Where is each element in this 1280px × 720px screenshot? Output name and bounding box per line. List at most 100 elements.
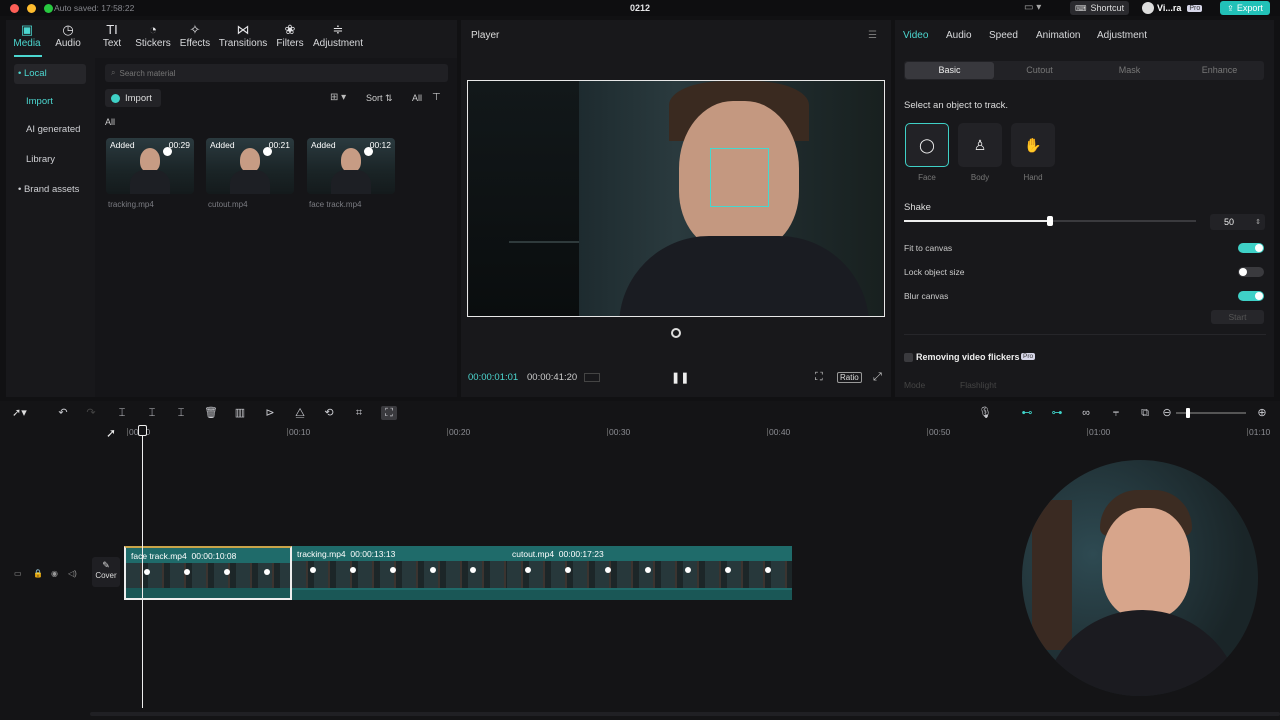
track-face-button[interactable]: ◯ [905, 123, 949, 167]
subtab-cutout[interactable]: Cutout [995, 62, 1084, 79]
rotate-icon[interactable]: ⟲ [321, 406, 337, 420]
split-icon[interactable]: ⌶ [114, 406, 130, 420]
chain-icon[interactable]: ∞ [1078, 406, 1094, 420]
sidebar-item-import[interactable]: Import [14, 92, 86, 112]
mode-value[interactable]: Flashlight [960, 380, 996, 390]
mirror-icon[interactable]: ⧋ [292, 406, 308, 420]
pause-icon[interactable]: ❚❚ [671, 371, 689, 384]
track-thumbnail-icon[interactable]: ▭ [14, 569, 22, 578]
user-menu[interactable]: Vi...ra Pro [1142, 1, 1203, 15]
timeline-scrollbar[interactable] [90, 712, 1280, 716]
zoom-in-icon[interactable]: ⊕ [1254, 406, 1270, 420]
menu-icon[interactable]: ☰ [868, 30, 877, 41]
select-tool-icon[interactable]: ➚▾ [12, 406, 27, 419]
split-left-icon[interactable]: ⌶ [144, 406, 160, 420]
timeline-clip[interactable]: face track.mp4 00:00:10:08 [124, 546, 292, 600]
shortcut-button[interactable]: ⌨ Shortcut [1070, 1, 1130, 15]
shake-slider-track[interactable] [904, 216, 1196, 226]
align-icon[interactable]: ⫧ [1108, 406, 1124, 420]
subtab-mask[interactable]: Mask [1085, 62, 1174, 79]
clip-filmstrip [292, 561, 507, 588]
sort-button[interactable]: Sort ⇅ [366, 93, 393, 104]
keyframe-dot [144, 569, 150, 575]
layout-icon[interactable]: ▭ ▾ [1024, 2, 1041, 13]
sidebar-item-brand-assets[interactable]: • Brand assets [14, 180, 94, 200]
crop-icon[interactable]: ⌗ [351, 406, 367, 420]
tab-adjustment[interactable]: Adjustment [1097, 30, 1147, 41]
filter-all-button[interactable]: All [412, 93, 422, 103]
zoom-slider-handle[interactable] [1186, 408, 1190, 418]
search-input[interactable] [119, 68, 420, 78]
filters-icon: ❀ [284, 22, 296, 37]
subtab-basic[interactable]: Basic [905, 62, 994, 79]
close-window-button[interactable] [10, 4, 19, 13]
preview-axis-icon[interactable]: ⧉ [1137, 406, 1153, 420]
export-button[interactable]: ⇪ Export [1220, 1, 1270, 15]
fit-to-canvas-toggle[interactable] [1238, 243, 1264, 253]
media-thumbnail[interactable]: Added 00:21 [206, 138, 294, 194]
undo-icon[interactable]: ↶ [55, 406, 71, 420]
tab-speed[interactable]: Speed [989, 30, 1018, 41]
ratio-button[interactable]: Ratio [837, 372, 862, 383]
plus-circle-icon [111, 93, 120, 103]
delete-icon[interactable]: 🗑 [203, 406, 219, 420]
fullscreen-fit-icon[interactable]: ⛶ [815, 371, 823, 384]
effects-icon: ✧ [189, 22, 201, 37]
stepper-icon[interactable]: ⇕ [1255, 218, 1261, 226]
keyframe-dot [525, 567, 531, 573]
clip-name: tracking.mp4 [297, 549, 346, 559]
filter-icon[interactable]: ⊤ [432, 92, 441, 103]
sidebar-item-ai-generated[interactable]: AI generated [14, 120, 86, 140]
subtab-enhance[interactable]: Enhance [1175, 62, 1264, 79]
lock-track-icon[interactable]: 🔒 [33, 569, 43, 578]
media-thumbnail[interactable]: Added 00:12 [307, 138, 395, 194]
eye-icon[interactable]: ◉ [51, 569, 58, 578]
media-thumbnail[interactable]: Added 00:29 [106, 138, 194, 194]
expand-icon[interactable]: ⤢ [873, 371, 882, 384]
import-button[interactable]: Import [105, 89, 161, 107]
adjustment-tab[interactable]: ≑ Adjustment [308, 22, 368, 54]
video-frame-border[interactable] [467, 80, 885, 317]
magnet-icon[interactable]: ⊷ [1019, 406, 1035, 420]
play-circle-icon[interactable]: ⊳ [262, 406, 278, 420]
playhead[interactable] [142, 426, 143, 708]
link-clips-icon[interactable]: ⊶ [1049, 406, 1065, 420]
maximize-window-button[interactable] [44, 4, 53, 13]
microphone-icon[interactable]: 🎙 [977, 406, 993, 420]
start-button[interactable]: Start [1211, 310, 1264, 324]
avatar [1142, 2, 1154, 14]
track-hand-button[interactable]: ✋ [1011, 123, 1055, 167]
tab-video[interactable]: Video [903, 30, 928, 41]
body-icon: ♙ [973, 136, 987, 153]
zoom-out-icon[interactable]: ⊖ [1159, 406, 1175, 420]
cover-button[interactable]: ✎ Cover [92, 557, 120, 587]
freeze-icon[interactable]: ▥ [232, 406, 248, 420]
timecode-box-icon[interactable] [584, 373, 600, 382]
speaker-icon[interactable]: ◁) [68, 569, 77, 578]
tab-audio[interactable]: Audio [946, 30, 972, 41]
timeline-clip[interactable]: cutout.mp4 00:00:17:23 [507, 546, 792, 600]
sidebar-item-library[interactable]: Library [14, 150, 86, 170]
track-body-button[interactable]: ♙ [958, 123, 1002, 167]
minimize-window-button[interactable] [27, 4, 36, 13]
grid-view-icon[interactable]: ⊞ ▾ [330, 92, 346, 103]
media-duration: 00:12 [369, 140, 391, 150]
rotate-handle-icon[interactable] [671, 328, 681, 338]
timeline-clip[interactable]: tracking.mp4 00:00:13:13 [292, 546, 507, 600]
flicker-checkbox[interactable] [904, 353, 913, 362]
tab-animation[interactable]: Animation [1036, 30, 1080, 41]
blur-canvas-toggle[interactable] [1238, 291, 1264, 301]
clip-label: tracking.mp4 00:00:13:13 [297, 549, 395, 559]
auto-reframe-icon[interactable]: ⛶ [381, 406, 397, 420]
sidebar-item-local[interactable]: • Local [14, 64, 86, 84]
search-bar[interactable]: ⌕ [105, 64, 448, 82]
shake-value-field[interactable]: 50 ⇕ [1210, 214, 1265, 230]
split-right-icon[interactable]: ⌶ [173, 406, 189, 420]
clip-name: face track.mp4 [131, 551, 187, 561]
redo-icon[interactable]: ↷ [83, 406, 99, 420]
shake-slider-handle[interactable] [1047, 216, 1053, 226]
playhead-handle[interactable] [138, 425, 147, 436]
zoom-slider[interactable] [1176, 408, 1246, 418]
media-tab-label: Media [13, 38, 41, 49]
lock-object-size-toggle[interactable] [1238, 267, 1264, 277]
